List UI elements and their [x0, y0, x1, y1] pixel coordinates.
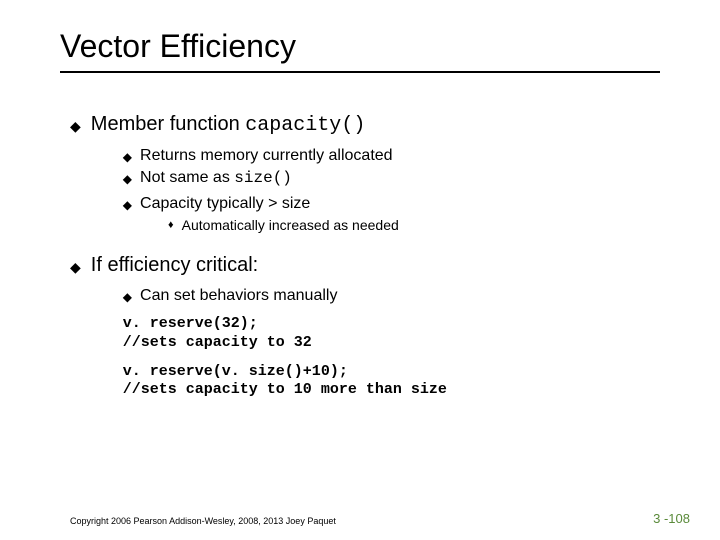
list-item: ◆ If efficiency critical: ◆ Can set beha… [70, 254, 670, 408]
code-block: v. reserve(v. size()+10); //sets capacit… [123, 363, 447, 401]
footer: Copyright 2006 Pearson Addison-Wesley, 2… [70, 511, 690, 526]
sub-list: ◆ Returns memory currently allocated ◆ N… [123, 147, 399, 236]
list-item: ◆ Can set behaviors manually [123, 287, 447, 305]
list-item: ◆ Member function capacity() ◆ Returns m… [70, 113, 670, 242]
bullet-icon: ♦ [168, 219, 174, 231]
list-item: ◆ Returns memory currently allocated [123, 147, 399, 165]
code-block: v. reserve(32); //sets capacity to 32 [123, 315, 447, 353]
bullet-icon: ◆ [123, 198, 132, 212]
text: Capacity typically > size [140, 195, 310, 212]
page-number: 3 -108 [653, 511, 690, 526]
code-inline: capacity() [245, 114, 365, 137]
text: Automatically increased as needed [182, 217, 399, 233]
bullet-icon: ◆ [123, 150, 132, 164]
list-item: ◆ Capacity typically > size ♦ Automatica… [123, 195, 399, 236]
list-item: ♦ Automatically increased as needed [168, 217, 399, 233]
text: Not same as size() [140, 169, 292, 187]
title-underline [60, 71, 660, 73]
bullet-icon: ◆ [70, 118, 81, 135]
code-inline: size() [234, 169, 292, 187]
slide-title: Vector Efficiency [60, 28, 670, 65]
text: Can set behaviors manually [140, 287, 337, 305]
text: Member function [91, 113, 246, 135]
item-content: Capacity typically > size ♦ Automaticall… [140, 195, 399, 236]
text: If efficiency critical: [91, 254, 258, 276]
text: Returns memory currently allocated [140, 147, 393, 165]
bullet-icon: ◆ [123, 290, 132, 304]
sub-sub-list: ♦ Automatically increased as needed [168, 217, 399, 233]
item-content: Member function capacity() ◆ Returns mem… [91, 113, 399, 242]
bullet-icon: ◆ [123, 172, 132, 186]
sub-list: ◆ Can set behaviors manually [123, 287, 447, 305]
copyright-text: Copyright 2006 Pearson Addison-Wesley, 2… [70, 516, 336, 526]
bullet-icon: ◆ [70, 259, 81, 276]
bullet-list: ◆ Member function capacity() ◆ Returns m… [70, 113, 670, 408]
item-content: If efficiency critical: ◆ Can set behavi… [91, 254, 447, 408]
list-item: ◆ Not same as size() [123, 169, 399, 187]
